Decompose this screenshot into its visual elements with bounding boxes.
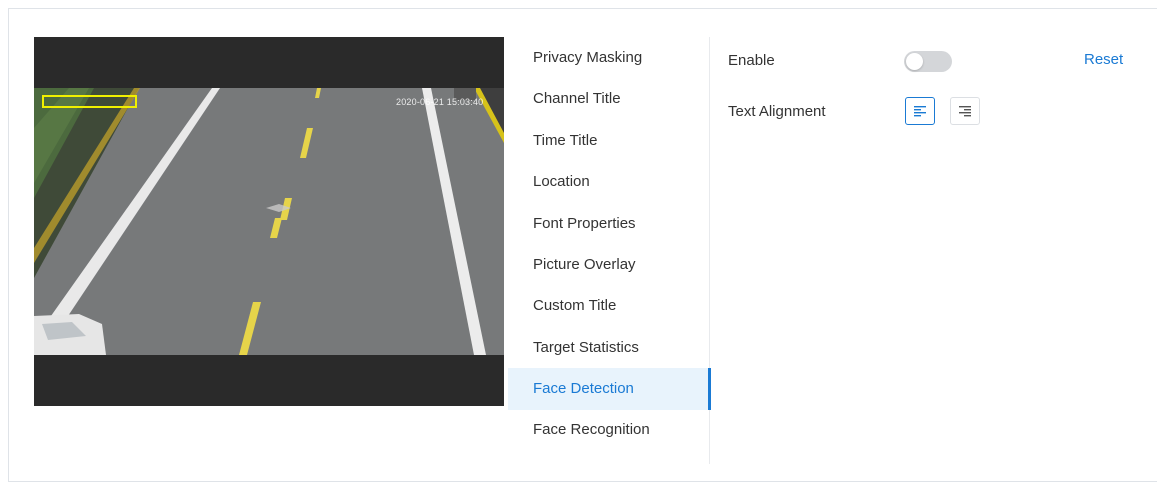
- tab-picture-overlay[interactable]: Picture Overlay: [508, 244, 710, 286]
- road-camera-image: [34, 88, 504, 355]
- overlay-tab-list: Privacy Masking Channel Title Time Title…: [508, 37, 711, 464]
- toggle-knob: [906, 53, 923, 70]
- align-right-button[interactable]: [950, 97, 980, 125]
- align-right-icon: [959, 106, 971, 117]
- video-preview: 2020-06-21 15:03:40: [34, 37, 504, 406]
- align-left-icon: [914, 106, 926, 117]
- tab-privacy-masking[interactable]: Privacy Masking: [508, 37, 710, 79]
- enable-label: Enable: [728, 52, 775, 69]
- tab-font-properties[interactable]: Font Properties: [508, 203, 710, 245]
- face-statistics-overlay-box[interactable]: [42, 95, 137, 108]
- tab-custom-title[interactable]: Custom Title: [508, 285, 710, 327]
- tab-location[interactable]: Location: [508, 161, 710, 203]
- text-alignment-label: Text Alignment: [728, 103, 826, 120]
- tab-time-title[interactable]: Time Title: [508, 120, 710, 162]
- tab-target-statistics[interactable]: Target Statistics: [508, 327, 710, 369]
- tab-face-detection[interactable]: Face Detection: [508, 368, 711, 410]
- video-timestamp: 2020-06-21 15:03:40: [396, 97, 484, 107]
- reset-link[interactable]: Reset: [1084, 51, 1123, 68]
- tab-face-recognition[interactable]: Face Recognition: [508, 409, 710, 451]
- align-left-button[interactable]: [905, 97, 935, 125]
- tab-channel-title[interactable]: Channel Title: [508, 78, 710, 120]
- enable-toggle[interactable]: [904, 51, 952, 72]
